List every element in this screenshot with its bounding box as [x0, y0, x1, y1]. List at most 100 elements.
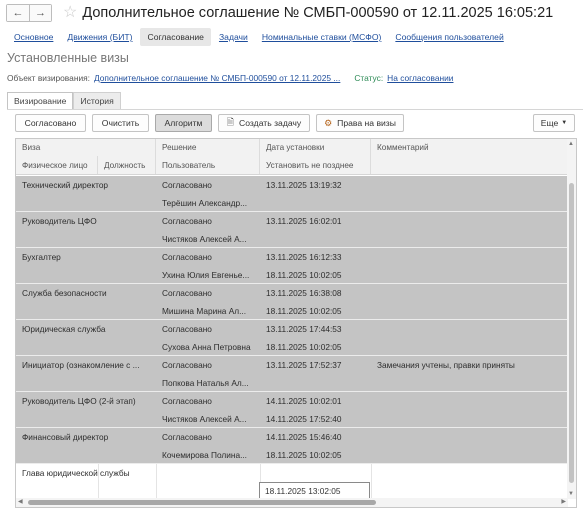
- date-set-cell: 13.11.2025 13:19:32: [266, 180, 342, 190]
- clear-button[interactable]: Очистить: [92, 114, 149, 132]
- more-button[interactable]: Еще ▼: [533, 114, 575, 132]
- star-icon[interactable]: ☆: [63, 5, 77, 21]
- col-position[interactable]: Должность: [98, 156, 156, 174]
- vertical-scrollbar[interactable]: ▲ ▼: [567, 139, 576, 499]
- nav-link-approval[interactable]: Согласование: [140, 28, 211, 46]
- comment-cell: [371, 248, 568, 266]
- scroll-up-icon[interactable]: ▲: [568, 141, 574, 147]
- form-nav-links: Основное Движения (БИТ) Согласование Зад…: [0, 27, 504, 47]
- col-visa[interactable]: Виза: [16, 139, 156, 156]
- col-comment-empty: [371, 156, 568, 174]
- table-body: Технический директор Согласовано 13.11.2…: [16, 176, 568, 500]
- document-icon: 🗎: [226, 117, 235, 127]
- object-row: Объект визирования: Дополнительное согла…: [7, 73, 453, 83]
- table-row[interactable]: Инициатор (ознакомление с ... Согласован…: [16, 356, 568, 392]
- decision-cell: Согласовано: [162, 432, 212, 442]
- user-cell: Терёшин Александр...: [162, 198, 248, 208]
- nav-link-movements[interactable]: Движения (БИТ): [67, 32, 132, 42]
- algorithm-button-label: Алгоритм: [164, 118, 203, 128]
- more-button-label: Еще: [540, 118, 559, 128]
- horizontal-scroll-thumb[interactable]: [28, 500, 376, 505]
- date-set-cell: 13.11.2025 16:02:01: [266, 216, 342, 226]
- col-comment[interactable]: Комментарий: [371, 139, 568, 156]
- col-deadline[interactable]: Установить не позднее: [260, 156, 371, 174]
- date-set-cell: 14.11.2025 15:46:40: [266, 432, 342, 442]
- comment-cell: [371, 392, 568, 410]
- col-date-set[interactable]: Дата установки: [260, 139, 371, 156]
- back-button[interactable]: ←: [7, 5, 29, 21]
- table-row[interactable]: Руководитель ЦФО Согласовано 13.11.2025 …: [16, 212, 568, 248]
- table-row[interactable]: Бухгалтер Согласовано 13.11.2025 16:12:3…: [16, 248, 568, 284]
- scroll-left-icon[interactable]: ◀: [18, 498, 23, 505]
- nav-link-user-messages[interactable]: Сообщения пользователей: [395, 32, 503, 42]
- status-link[interactable]: На согласовании: [387, 73, 453, 83]
- forward-button[interactable]: →: [29, 5, 51, 21]
- toolbar: Согласовано Очистить Алгоритм 🗎 Создать з…: [15, 114, 410, 132]
- table-row[interactable]: Юридическая служба Согласовано 13.11.202…: [16, 320, 568, 356]
- deadline-cell: [260, 374, 371, 392]
- approve-button[interactable]: Согласовано: [15, 114, 86, 132]
- deadline-cell: 18.11.2025 10:02:05: [266, 450, 342, 460]
- nav-link-main[interactable]: Основное: [14, 32, 53, 42]
- table-row[interactable]: Руководитель ЦФО (2-й этап) Согласовано …: [16, 392, 568, 428]
- visa-cell: Глава юридической службы: [22, 468, 130, 478]
- table-header-bottom: Физическое лицо Должность Пользователь У…: [16, 156, 568, 175]
- clear-button-label: Очистить: [101, 118, 140, 128]
- date-set-cell: 13.11.2025 17:44:53: [266, 324, 342, 334]
- visa-rights-button[interactable]: ⚙ Права на визы: [316, 114, 404, 132]
- horizontal-scrollbar[interactable]: ◀ ▶: [16, 498, 568, 507]
- table-row[interactable]: Технический директор Согласовано 13.11.2…: [16, 176, 568, 212]
- visa-rights-button-label: Права на визы: [337, 118, 396, 128]
- comment-cell: [371, 428, 568, 446]
- visa-cell: Инициатор (ознакомление с ...: [22, 360, 140, 370]
- arrow-left-icon: ←: [12, 7, 24, 19]
- table-row[interactable]: Финансовый директор Согласовано 14.11.20…: [16, 428, 568, 464]
- user-cell: Попкова Наталья Ал...: [162, 378, 249, 388]
- create-task-button-label: Создать задачу: [239, 118, 302, 128]
- visa-cell: Руководитель ЦФО: [22, 216, 97, 226]
- col-user[interactable]: Пользователь: [156, 156, 260, 174]
- document-title: Дополнительное соглашение № СМБП-000590 …: [82, 5, 554, 21]
- table-row[interactable]: Служба безопасности Согласовано 13.11.20…: [16, 284, 568, 320]
- visa-cell: Юридическая служба: [22, 324, 106, 334]
- user-cell: Сухова Анна Петровна: [162, 342, 251, 352]
- decision-cell: Согласовано: [162, 288, 212, 298]
- history-nav: ← →: [6, 4, 52, 22]
- visa-cell: Служба безопасности: [22, 288, 107, 298]
- date-set-cell: 13.11.2025 16:12:33: [266, 252, 342, 262]
- nav-link-tasks[interactable]: Задачи: [219, 32, 248, 42]
- date-set-cell: [260, 464, 371, 482]
- decision-cell: Согласовано: [162, 252, 212, 262]
- comment-cell: [371, 320, 568, 338]
- deadline-cell: 18.11.2025 10:02:05: [266, 306, 342, 316]
- approve-button-label: Согласовано: [24, 118, 77, 128]
- scroll-down-icon[interactable]: ▼: [568, 491, 574, 497]
- decision-cell: Согласовано: [162, 360, 212, 370]
- arrow-right-icon: →: [35, 7, 46, 19]
- comment-cell[interactable]: [371, 464, 568, 482]
- scroll-right-icon[interactable]: ▶: [561, 498, 566, 505]
- vertical-scroll-thumb[interactable]: [569, 183, 574, 483]
- deadline-cell: 14.11.2025 17:52:40: [266, 414, 342, 424]
- deadline-cell: 18.11.2025 10:02:05: [266, 342, 342, 352]
- decision-cell[interactable]: [156, 464, 260, 482]
- chevron-down-icon: ▼: [561, 120, 568, 126]
- users-rights-icon: ⚙: [324, 117, 333, 128]
- col-decision[interactable]: Решение: [156, 139, 260, 156]
- decision-cell: Согласовано: [162, 216, 212, 226]
- decision-cell: Согласовано: [162, 180, 212, 190]
- tab-history[interactable]: История: [73, 92, 121, 109]
- visa-cell: Руководитель ЦФО (2-й этап): [22, 396, 136, 406]
- create-task-button[interactable]: 🗎 Создать задачу: [218, 114, 310, 132]
- col-person[interactable]: Физическое лицо: [16, 156, 98, 174]
- deadline-input[interactable]: 18.11.2025 13:02:05: [259, 482, 370, 499]
- tab-visas[interactable]: Визирование: [7, 92, 74, 109]
- nav-link-nominal-rates[interactable]: Номинальные ставки (МСФО): [262, 32, 382, 42]
- user-cell: Кочемирова Полина...: [162, 450, 247, 460]
- table-row-pending[interactable]: Глава юридической службы 18.11.2025 13:0…: [16, 464, 568, 500]
- algorithm-button[interactable]: Алгоритм: [155, 114, 212, 132]
- comment-cell: [371, 212, 568, 230]
- object-link[interactable]: Дополнительное соглашение № СМБП-000590 …: [94, 73, 340, 83]
- user-cell: Ухина Юлия Евгенье...: [162, 270, 250, 280]
- visa-cell: Финансовый директор: [22, 432, 109, 442]
